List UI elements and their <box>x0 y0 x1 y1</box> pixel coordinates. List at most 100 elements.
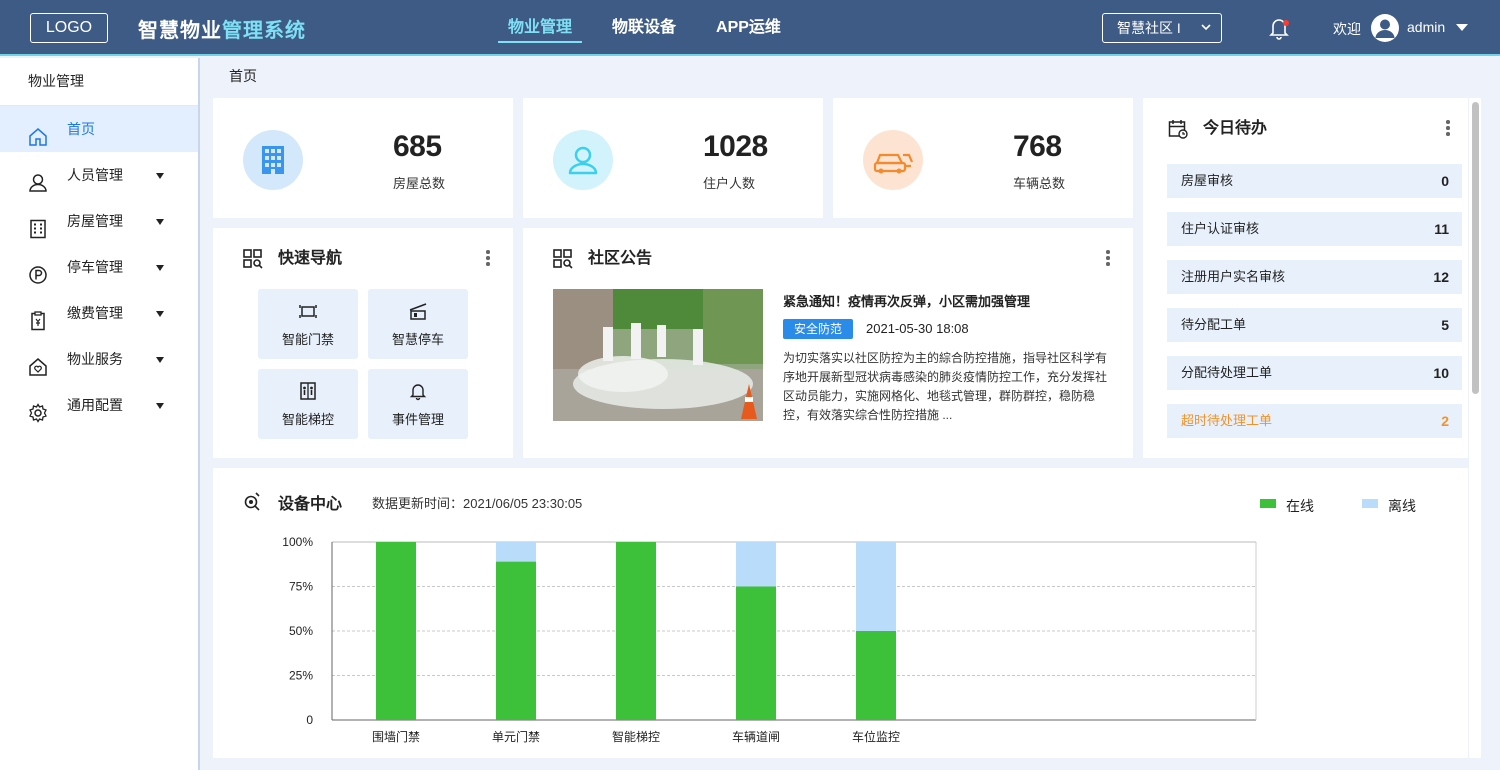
sidebar-item-parking[interactable]: 停车管理 <box>0 244 198 290</box>
stat-label: 住户人数 <box>703 176 756 191</box>
notice-body: 为切实落实以社区防控为主的綜合防控措施，指导社区科学有序地开展新型冠状病毒感染的… <box>783 351 1108 422</box>
quick-nav-label: 智能门禁 <box>281 332 334 347</box>
community-select[interactable]: 智慧社区 I <box>1102 13 1222 43</box>
sidebar-item-label: 缴费管理 <box>67 305 123 321</box>
sidebar-item-service[interactable]: 物业服务 <box>0 336 198 382</box>
sidebar-item-home[interactable]: 首页 <box>0 106 198 152</box>
bar-online <box>616 542 656 720</box>
todo-item-realname-review[interactable]: 注册用户实名审核 12 <box>1167 260 1462 294</box>
y-tick-label: 100% <box>282 535 313 549</box>
tab-app-ops[interactable]: APP运维 <box>716 0 781 56</box>
quick-nav-title: 快速导航 <box>243 248 342 270</box>
notice-card: 社区公告 紧急通知！疫情再次反弹，小区需加强管理 安全防范 2021-05-30… <box>523 228 1133 458</box>
card-title-text: 快速导航 <box>278 250 343 267</box>
elevator-icon <box>298 381 318 401</box>
bar-online <box>736 586 776 720</box>
sidebar-item-config[interactable]: 通用配置 <box>0 382 198 428</box>
stat-value: 685 <box>393 130 442 163</box>
todo-count: 5 <box>1441 317 1449 333</box>
car-icon <box>873 153 914 174</box>
device-status-chart: 0 25% 50% 75% 100% 围墙门禁 单元门禁 智能梯控 车辆道闸 车位监控 <box>282 535 1257 744</box>
bar-online <box>856 631 896 720</box>
caret-down-icon <box>156 311 164 317</box>
sidebar-item-personnel[interactable]: 人员管理 <box>0 152 198 198</box>
todo-label: 房屋审核 <box>1181 173 1234 188</box>
x-tick-label: 车辆道闸 <box>732 729 780 744</box>
todo-count: 12 <box>1433 269 1449 285</box>
device-center-card: 设备中心 数据更新时间：2021/06/05 23:30:05 在线 离线 02… <box>213 468 1468 758</box>
parking-icon <box>28 257 48 284</box>
sidebar-item-label: 首页 <box>67 121 95 137</box>
bar-offline <box>856 542 896 631</box>
top-nav: 物业管理 物联设备 APP运维 <box>497 0 821 56</box>
grid-search-icon <box>553 248 573 270</box>
todo-item-resident-verify[interactable]: 住户认证审核 11 <box>1167 212 1462 246</box>
username[interactable]: admin <box>1407 19 1445 35</box>
stat-label: 车辆总数 <box>1013 176 1066 191</box>
chevron-down-icon <box>1201 14 1211 51</box>
logo[interactable]: LOGO <box>30 13 108 43</box>
bar-offline <box>496 542 536 562</box>
grid-search-icon <box>243 248 263 270</box>
bell-icon <box>408 381 428 401</box>
stat-value: 768 <box>1013 130 1062 163</box>
sidebar-item-label: 房屋管理 <box>67 213 123 229</box>
user-caret-down-icon[interactable] <box>1456 24 1468 31</box>
quick-nav-card: 快速导航 智能门禁 智慧停车 智能梯控 事件管理 <box>213 228 513 458</box>
system-title-part1: 智慧物业 <box>138 20 222 42</box>
sidebar: 物业管理 首页 人员管理 房屋管理 停车管理 缴费管理 物业服务 通用配置 <box>0 58 200 770</box>
todo-item-to-assign[interactable]: 待分配工单 5 <box>1167 308 1462 342</box>
sidebar-title: 物业管理 <box>0 58 198 106</box>
todo-item-assigned-pending[interactable]: 分配待处理工单 10 <box>1167 356 1462 390</box>
stat-card-residents: 1028 住户人数 <box>523 98 823 218</box>
notice-title: 社区公告 <box>553 248 652 270</box>
sidebar-item-label: 人员管理 <box>67 167 123 183</box>
more-vertical-icon[interactable] <box>1106 250 1110 266</box>
sidebar-item-housing[interactable]: 房屋管理 <box>0 198 198 244</box>
parking-barrier-icon <box>408 301 428 321</box>
user-avatar-icon[interactable] <box>1371 14 1399 42</box>
caret-down-icon <box>156 357 164 363</box>
more-vertical-icon[interactable] <box>1446 120 1450 136</box>
tab-property-management[interactable]: 物业管理 <box>497 0 583 56</box>
notice-image[interactable] <box>553 289 763 421</box>
system-title: 智慧物业管理系统 <box>138 14 306 43</box>
caret-down-icon <box>156 219 164 225</box>
quick-nav-elevator[interactable]: 智能梯控 <box>258 369 358 439</box>
sidebar-item-label: 停车管理 <box>67 259 123 275</box>
breadcrumb[interactable]: 首页 <box>229 66 257 86</box>
bar-online <box>496 561 536 720</box>
notice-category-tag: 安全防范 <box>783 319 853 339</box>
todo-item-overdue[interactable]: 超时待处理工单 2 <box>1167 404 1462 438</box>
person-icon <box>568 146 598 175</box>
door-access-icon <box>298 301 318 321</box>
more-vertical-icon[interactable] <box>486 250 490 266</box>
stat-icon-circle <box>243 130 303 190</box>
todo-title: 今日待办 <box>1168 118 1267 140</box>
stat-value: 1028 <box>703 130 768 163</box>
x-tick-label: 围墙门禁 <box>372 729 420 744</box>
tab-iot-devices[interactable]: 物联设备 <box>612 0 676 56</box>
bell-icon[interactable] <box>1268 16 1290 40</box>
quick-nav-smart-parking[interactable]: 智慧停车 <box>368 289 468 359</box>
notification-dot <box>1283 20 1289 26</box>
caret-down-icon <box>156 265 164 271</box>
quick-nav-events[interactable]: 事件管理 <box>368 369 468 439</box>
house-heart-icon <box>28 349 48 376</box>
todo-label: 分配待处理工单 <box>1181 365 1273 380</box>
todo-count: 0 <box>1441 173 1449 189</box>
scrollbar[interactable] <box>1469 98 1481 758</box>
todo-label: 待分配工单 <box>1181 317 1247 332</box>
todo-card: 今日待办 房屋审核 0 住户认证审核 11 注册用户实名审核 12 待分配工单 5 分配… <box>1143 98 1468 458</box>
building-icon <box>28 211 48 239</box>
bar-offline <box>736 542 776 587</box>
todo-count: 2 <box>1441 413 1449 429</box>
stat-icon-circle <box>863 130 923 190</box>
scrollbar-thumb[interactable] <box>1472 102 1479 394</box>
notice-headline[interactable]: 紧急通知！疫情再次反弹，小区需加强管理 <box>783 291 1030 310</box>
todo-item-house-review[interactable]: 房屋审核 0 <box>1167 164 1462 198</box>
x-tick-label: 车位监控 <box>852 729 900 744</box>
quick-nav-access-control[interactable]: 智能门禁 <box>258 289 358 359</box>
sidebar-item-payment[interactable]: 缴费管理 <box>0 290 198 336</box>
gear-icon <box>28 395 48 423</box>
